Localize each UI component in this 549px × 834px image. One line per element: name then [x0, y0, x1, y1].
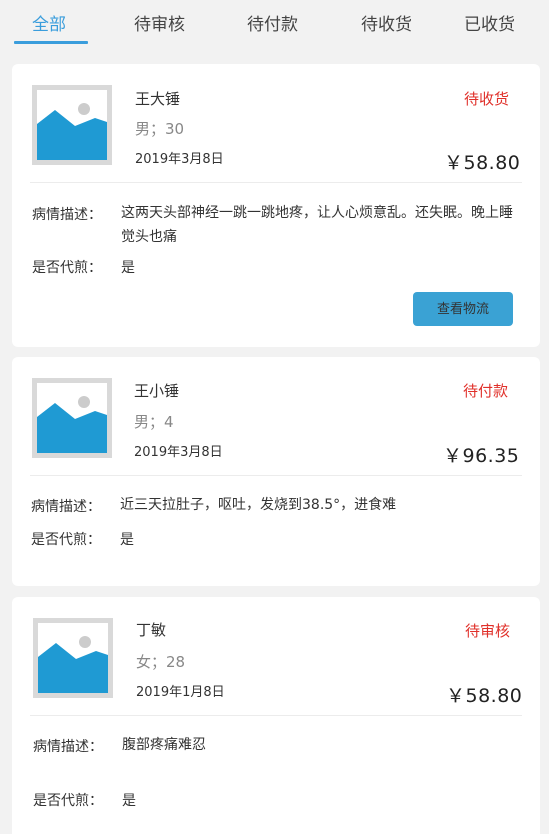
tab-received[interactable]: 已收货: [464, 10, 515, 35]
view-logistics-button[interactable]: 查看物流: [413, 292, 513, 326]
order-status: 待付款: [463, 382, 509, 400]
description-label: 病情描述：: [31, 499, 101, 515]
patient-gender-age: 男；4: [134, 413, 174, 431]
patient-name: 王小锤: [134, 382, 180, 400]
card-divider: [30, 715, 522, 716]
decoction-label: 是否代煎：: [32, 260, 102, 276]
tab-all[interactable]: 全部: [32, 10, 66, 35]
decoction-label: 是否代煎：: [31, 532, 101, 548]
description-label: 病情描述：: [32, 207, 102, 223]
decoction-value: 是: [120, 532, 134, 548]
description-label: 病情描述：: [33, 739, 103, 755]
tab-pending-review[interactable]: 待审核: [134, 10, 185, 35]
order-status: 待收货: [464, 90, 510, 108]
order-price: ￥58.80: [444, 152, 521, 174]
order-card[interactable]: 王小锤 男；4 2019年3月8日 待付款 ￥96.35 病情描述： 近三天拉肚…: [12, 357, 540, 586]
order-date: 2019年3月8日: [134, 445, 223, 460]
patient-name: 王大锤: [135, 90, 181, 108]
order-status: 待审核: [465, 622, 511, 640]
tab-pending-payment[interactable]: 待付款: [247, 10, 298, 35]
decoction-value: 是: [121, 260, 135, 276]
card-divider: [30, 475, 522, 476]
tab-pending-receipt[interactable]: 待收货: [361, 10, 412, 35]
status-tab-bar: 全部 待审核 待付款 待收货 已收货: [0, 0, 549, 46]
image-placeholder-icon: [32, 378, 112, 458]
decoction-label: 是否代煎：: [33, 793, 103, 809]
order-price: ￥96.35: [443, 445, 520, 467]
description-text: 近三天拉肚子，呕吐，发烧到38.5°，进食难: [120, 497, 397, 513]
description-text: 这两天头部神经一跳一跳地疼，让人心烦意乱。还失眠。晚上睡觉头也痛: [121, 205, 513, 245]
image-placeholder-icon: [33, 618, 113, 698]
order-date: 2019年1月8日: [136, 685, 225, 700]
order-price: ￥58.80: [446, 685, 523, 707]
description-text: 腹部疼痛难忍: [122, 737, 206, 753]
decoction-value: 是: [122, 793, 136, 809]
order-card[interactable]: 王大锤 男；30 2019年3月8日 待收货 ￥58.80 病情描述： 这两天头…: [12, 64, 540, 347]
active-tab-indicator: [14, 41, 88, 44]
patient-gender-age: 女；28: [136, 653, 186, 671]
order-date: 2019年3月8日: [135, 152, 224, 167]
image-placeholder-icon: [32, 85, 112, 165]
card-divider: [30, 182, 522, 183]
order-card[interactable]: 丁敏 女；28 2019年1月8日 待审核 ￥58.80 病情描述： 腹部疼痛难…: [12, 597, 540, 834]
patient-gender-age: 男；30: [135, 120, 185, 138]
patient-name: 丁敏: [136, 621, 167, 639]
